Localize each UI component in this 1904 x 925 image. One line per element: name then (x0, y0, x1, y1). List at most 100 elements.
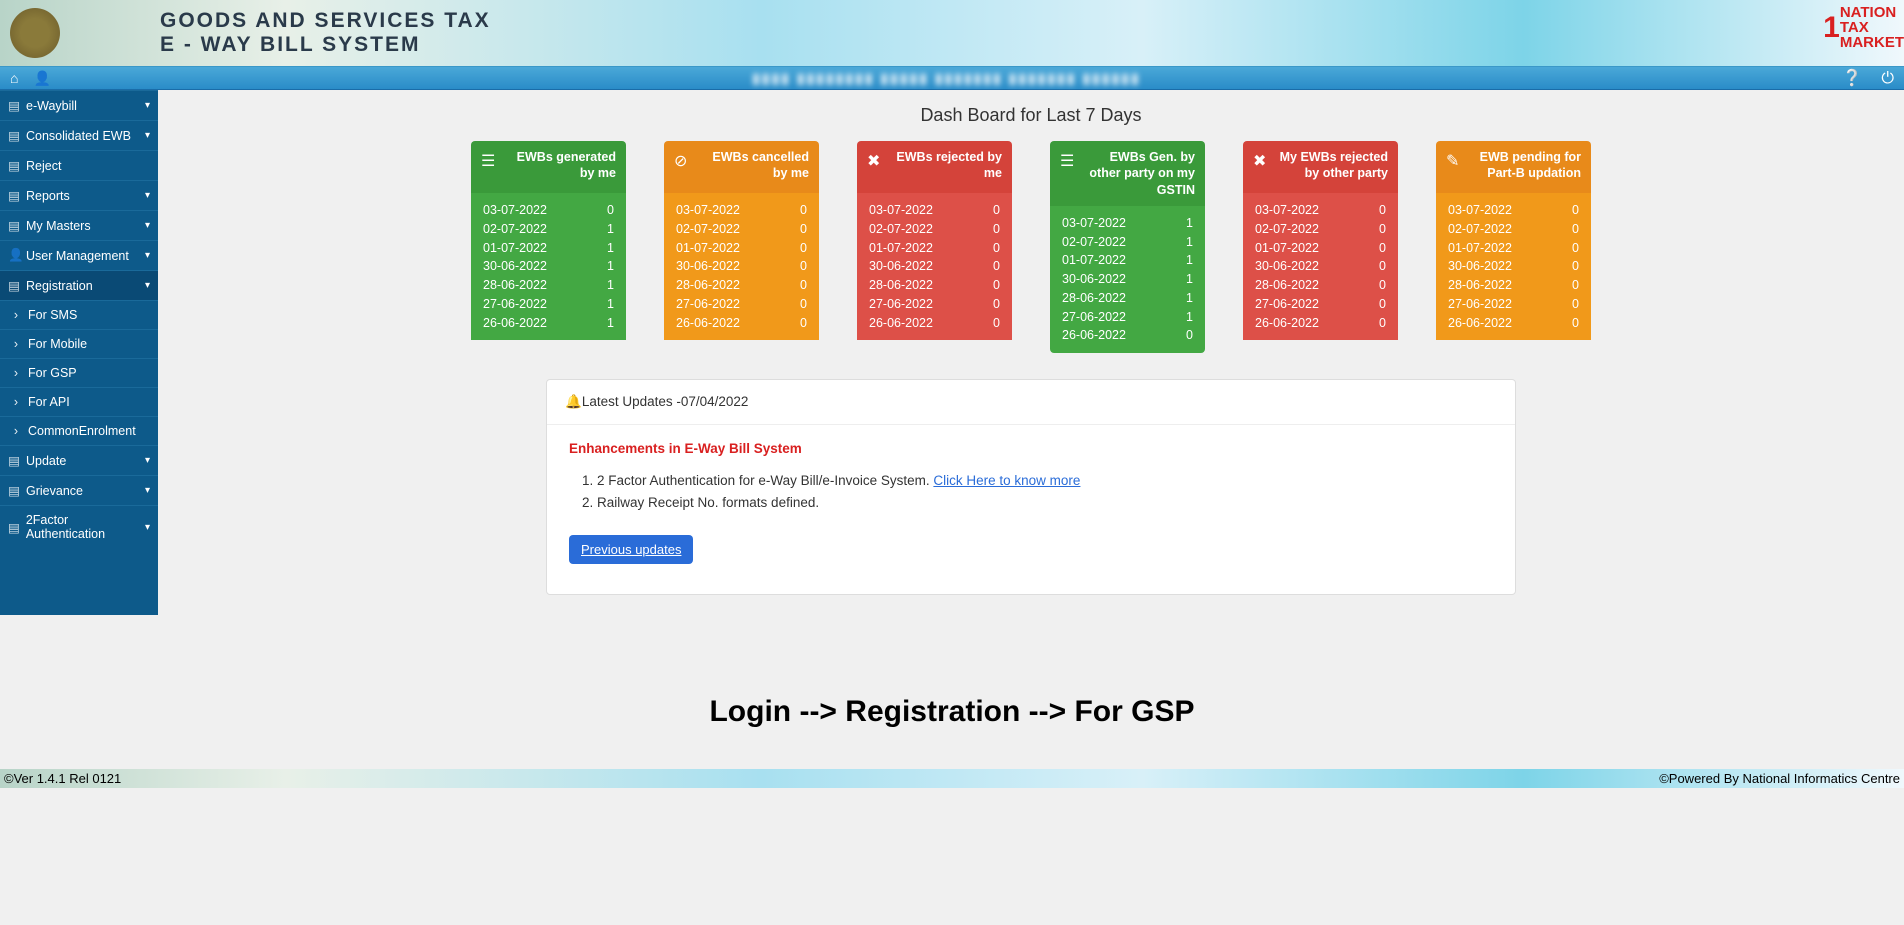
sidebar-item-2factor-authentication[interactable]: ▤2Factor Authentication▾ (0, 505, 158, 548)
sidebar-item-label: Registration (26, 279, 93, 293)
card-header: ☰EWBs generated by me (471, 141, 626, 193)
power-icon[interactable]: ⏻ (1881, 70, 1894, 87)
card-row-value: 0 (1379, 201, 1386, 220)
card-row: 28-06-20220 (676, 276, 807, 295)
logo-one-nation: 1NATIONTAXMARKET (1823, 5, 1904, 50)
card-row: 30-06-20221 (1062, 270, 1193, 289)
chevron-down-icon: ▾ (145, 280, 150, 291)
sidebar-item-label: Consolidated EWB (26, 129, 131, 143)
dashboard-card[interactable]: ✖EWBs rejected by me03-07-2022002-07-202… (857, 141, 1012, 353)
sidebar-item-e-waybill[interactable]: ▤e-Waybill▾ (0, 90, 158, 120)
card-row-date: 27-06-2022 (483, 295, 547, 314)
card-row: 02-07-2022 0 (676, 220, 807, 239)
sidebar-item-reject[interactable]: ▤Reject (0, 150, 158, 180)
card-row-value: 1 (607, 314, 614, 333)
sidebar-item-grievance[interactable]: ▤Grievance▾ (0, 475, 158, 505)
card-title: EWB pending for Part-B updation (1469, 149, 1581, 182)
sidebar-item-label: Reports (26, 189, 70, 203)
card-row-value: 0 (800, 295, 807, 314)
card-row-date: 28-06-2022 (483, 276, 547, 295)
user-icon[interactable]: 👤 (33, 70, 50, 87)
chevron-down-icon: ▾ (145, 455, 150, 466)
card-icon: ✎ (1446, 151, 1459, 171)
card-row-value: 0 (1572, 314, 1579, 333)
card-row: 01-07-20220 (676, 239, 807, 258)
card-title: EWBs rejected by me (890, 149, 1002, 182)
card-row-value: 0 (1186, 326, 1193, 345)
sidebar-item-label: For Mobile (28, 337, 87, 351)
sidebar-item-user-management[interactable]: 👤User Management▾ (0, 240, 158, 270)
dashboard-cards: ☰EWBs generated by me03-07-2022002-07-20… (178, 141, 1884, 353)
dashboard-card[interactable]: ✖My EWBs rejected by other party03-07-20… (1243, 141, 1398, 353)
dashboard-card[interactable]: ☰EWBs Gen. by other party on my GSTIN03-… (1050, 141, 1205, 353)
updates-header: 🔔Latest Updates -07/04/2022 (547, 380, 1515, 425)
sidebar-item-commonenrolment[interactable]: ›CommonEnrolment (0, 416, 158, 445)
sidebar-item-consolidated-ewb[interactable]: ▤Consolidated EWB▾ (0, 120, 158, 150)
card-body: 03-07-2022002-07-2022001-07-2022030-06-2… (1243, 193, 1398, 340)
header-banner: GOODS AND SERVICES TAX E - WAY BILL SYST… (0, 0, 1904, 66)
sidebar-item-for-mobile[interactable]: ›For Mobile (0, 329, 158, 358)
sidebar-item-update[interactable]: ▤Update▾ (0, 445, 158, 475)
sidebar-item-for-api[interactable]: ›For API (0, 387, 158, 416)
card-row-date: 26-06-2022 (483, 314, 547, 333)
card-row: 03-07-20220 (676, 201, 807, 220)
card-row: 26-06-2022 0 (1062, 326, 1193, 345)
card-row-value: 0 (993, 295, 1000, 314)
card-row-date: 02-07-2022 (676, 220, 740, 239)
card-title: EWBs cancelled by me (697, 149, 809, 182)
card-row-date: 02-07-2022 (1255, 220, 1319, 239)
card-row-date: 27-06-2022 (676, 295, 740, 314)
card-header: ✖EWBs rejected by me (857, 141, 1012, 193)
card-row: 28-06-20220 (1448, 276, 1579, 295)
sidebar-item-reports[interactable]: ▤Reports▾ (0, 180, 158, 210)
card-row: 28-06-2022 0 (869, 276, 1000, 295)
card-row-date: 30-06-2022 (676, 257, 740, 276)
sidebar-item-for-gsp[interactable]: ›For GSP (0, 358, 158, 387)
dashboard-card[interactable]: ☰EWBs generated by me03-07-2022002-07-20… (471, 141, 626, 353)
dashboard-card[interactable]: ✎ EWB pending for Part-B updation 03-07-20… (1436, 141, 1591, 353)
card-row-value: 0 (993, 257, 1000, 276)
card-row: 03-07-20220 (1448, 201, 1579, 220)
menu-icon: ▤ (8, 98, 20, 113)
card-row-date: 28-06-2022 (869, 276, 933, 295)
card-icon: ☰ (1060, 151, 1074, 171)
card-row-value: 0 (1572, 257, 1579, 276)
sidebar-item-my-masters[interactable]: ▤My Masters▾ (0, 210, 158, 240)
chevron-down-icon: ▾ (145, 250, 150, 261)
menu-icon: ▤ (8, 158, 20, 173)
card-row-date: 26-06-2022 (1062, 326, 1126, 345)
card-body: 03-07-2022002-07-2022101-07-2022130-06-2… (471, 193, 626, 340)
card-row-date: 01-07-2022 (1062, 251, 1126, 270)
updates-list-item: Railway Receipt No. formats defined. (597, 492, 1493, 514)
sidebar-item-label: Update (26, 454, 66, 468)
card-row: 27-06-20220 (869, 295, 1000, 314)
card-row-value: 1 (607, 276, 614, 295)
card-row: 02-07-20221 (483, 220, 614, 239)
card-row: 26-06-2022 1 (483, 314, 614, 333)
card-row-value: 0 (993, 220, 1000, 239)
sidebar-item-registration[interactable]: ▤Registration▾ (0, 270, 158, 300)
help-icon[interactable]: ❔ (1842, 70, 1862, 87)
card-row-date: 02-07-2022 (1448, 220, 1512, 239)
sidebar-item-for-sms[interactable]: ›For SMS (0, 300, 158, 329)
card-row: 27-06-2022 0 (676, 295, 807, 314)
previous-updates-button[interactable]: Previous updates (569, 535, 693, 564)
card-row: 30-06-20220 (1448, 257, 1579, 276)
card-row-value: 0 (993, 276, 1000, 295)
card-row-value: 0 (800, 220, 807, 239)
chevron-right-icon: › (10, 308, 22, 322)
card-row: 03-07-20220 (1255, 201, 1386, 220)
card-row: 26-06-20220 (1448, 314, 1579, 333)
updates-title: Enhancements in E-Way Bill System (569, 441, 1493, 456)
home-icon[interactable]: ⌂ (10, 70, 18, 86)
card-row: 02-07-20220 (1255, 220, 1386, 239)
chevron-down-icon: ▾ (145, 220, 150, 231)
card-row-value: 0 (1572, 295, 1579, 314)
footer-version: ©Ver 1.4.1 Rel 0121 (4, 771, 121, 786)
dashboard-card[interactable]: ⊘EWBs cancelled by me03-07-2022002-07-20… (664, 141, 819, 353)
card-row: 30-06-20220 (1255, 257, 1386, 276)
card-row: 28-06-2022 1 (483, 276, 614, 295)
card-row-value: 1 (1186, 233, 1193, 252)
updates-link[interactable]: Click Here to know more (933, 473, 1080, 488)
card-header: ☰EWBs Gen. by other party on my GSTIN (1050, 141, 1205, 206)
